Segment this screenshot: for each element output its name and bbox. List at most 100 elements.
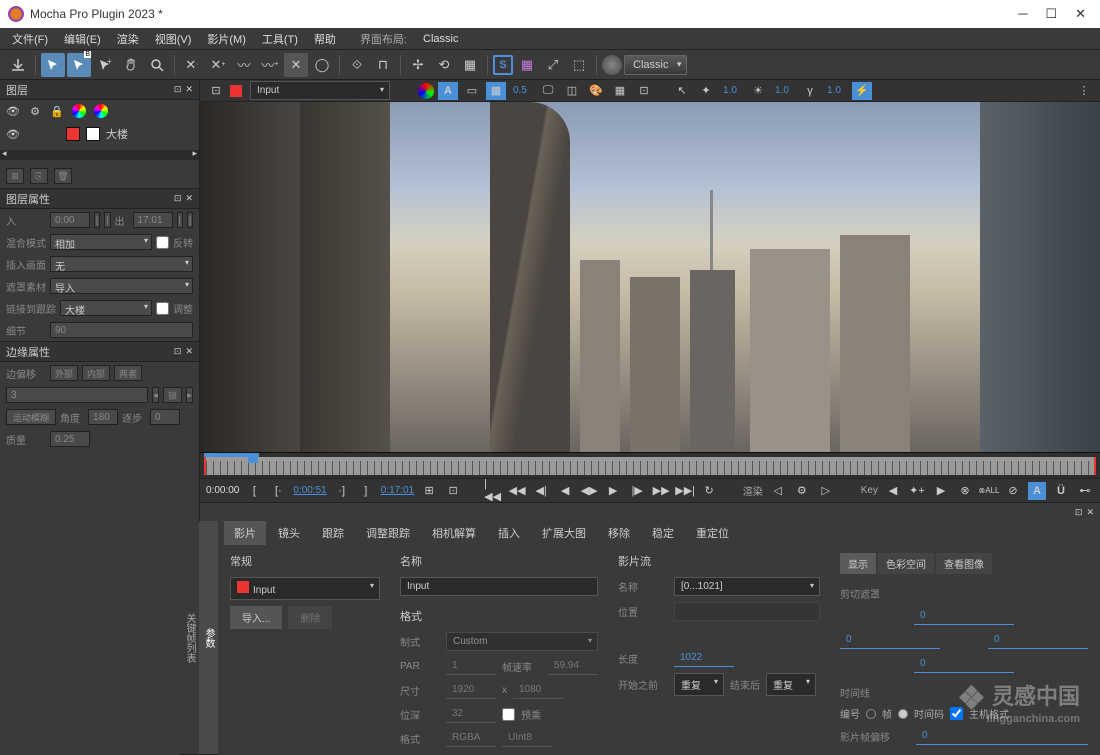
zoom-full-button[interactable]: ⊡ — [444, 482, 462, 500]
menu-view[interactable]: 视图(V) — [149, 29, 198, 49]
xspline-tool[interactable]: ✕· — [180, 53, 204, 77]
planar-grid-tool[interactable]: ▦ — [458, 53, 482, 77]
expand-tool[interactable]: ⤢ — [541, 53, 565, 77]
vt-grid-icon[interactable]: ▦ — [610, 82, 630, 100]
frame-fwd-button[interactable]: ▶ — [604, 482, 622, 500]
gear-icon[interactable]: ⚙ — [28, 104, 42, 118]
alpha-a-toggle[interactable]: A — [438, 82, 458, 100]
width-input[interactable] — [446, 681, 496, 699]
blend-mode-dropdown[interactable]: 相加 — [50, 234, 152, 250]
vt-flash-icon[interactable]: ⚡ — [852, 82, 872, 100]
rect-x-tool[interactable]: ✕ — [284, 53, 308, 77]
vt-split-icon[interactable]: ◫ — [562, 82, 582, 100]
color-wheel-icon[interactable] — [72, 104, 86, 118]
crop-bottom-input[interactable] — [914, 655, 1014, 673]
edge-outer-button[interactable]: 外部 — [50, 365, 78, 381]
vt-brightness-icon[interactable]: ☀ — [748, 82, 768, 100]
edge-both-button[interactable]: 两者 — [114, 365, 142, 381]
side-tab-params[interactable]: 参数 — [199, 521, 218, 755]
vt-box-icon[interactable]: ▭ — [462, 82, 482, 100]
clip-name-input[interactable] — [400, 577, 598, 596]
out-go-button[interactable]: | — [177, 212, 183, 228]
tab-mega[interactable]: 扩展大图 — [532, 521, 596, 545]
menu-clip[interactable]: 影片(M) — [201, 29, 252, 49]
duplicate-layer-button[interactable]: ⎘ — [30, 168, 48, 184]
premult-checkbox[interactable] — [502, 708, 515, 721]
tc-in[interactable]: 0:00:51 — [293, 485, 326, 496]
tab-reorient[interactable]: 重定位 — [686, 521, 739, 545]
render-wheel-icon[interactable] — [602, 55, 622, 75]
clip-select-dropdown[interactable]: Input — [230, 577, 380, 600]
pin-icon[interactable]: ⊡ — [174, 84, 182, 95]
rotate-tool[interactable]: ⟲ — [432, 53, 456, 77]
zoom-2[interactable]: 1.0 — [720, 85, 744, 96]
panel-close-icon[interactable]: ✕ — [1086, 507, 1094, 518]
tc-out[interactable]: 0:17:01 — [381, 485, 414, 496]
tab-clip[interactable]: 影片 — [224, 521, 266, 545]
tab-insert[interactable]: 插入 — [488, 521, 530, 545]
tab-stabilize[interactable]: 稳定 — [642, 521, 684, 545]
lock-icon[interactable]: 🔒 — [50, 104, 64, 118]
edge-prev-key[interactable]: ◂ — [152, 387, 159, 403]
length-input[interactable] — [674, 649, 734, 667]
in-set-button[interactable]: [ — [94, 212, 100, 228]
color-wheel2-icon[interactable] — [94, 104, 108, 118]
goto-in-button[interactable]: [· — [269, 482, 287, 500]
panel-close-icon[interactable]: ✕ — [185, 346, 193, 357]
tab-track[interactable]: 跟踪 — [312, 521, 354, 545]
vt-menu-icon[interactable]: ⋮ — [1074, 82, 1094, 100]
radio-frame[interactable] — [866, 709, 876, 719]
marquee-tool[interactable]: ⬚ — [567, 53, 591, 77]
edge-width-input[interactable] — [6, 387, 148, 403]
render-options-icon[interactable]: ⚙ — [793, 482, 811, 500]
layers-hscroll[interactable] — [0, 150, 199, 160]
add-point-tool[interactable]: + — [93, 53, 117, 77]
motion-blur-button[interactable]: 运动模糊 — [6, 409, 56, 425]
pin-icon[interactable]: ⊡ — [174, 193, 182, 204]
out-point-input[interactable] — [133, 212, 173, 228]
autokey-a-toggle[interactable]: A — [1028, 482, 1046, 500]
vt-monitor-icon[interactable]: 🖵 — [538, 82, 558, 100]
timeline-ruler[interactable] — [200, 452, 1100, 478]
edge-lock-button[interactable]: 锁 — [163, 387, 182, 403]
group-layers-button[interactable]: ⊞ — [6, 168, 24, 184]
par-input[interactable] — [446, 657, 496, 675]
crop-top-input[interactable] — [914, 607, 1014, 625]
crop-left-input[interactable] — [840, 631, 940, 649]
hand-tool[interactable] — [119, 53, 143, 77]
set-out-button[interactable]: ] — [357, 482, 375, 500]
clip-offset-input[interactable] — [916, 727, 1088, 745]
layer-outline-color[interactable] — [66, 127, 80, 141]
transform-tool[interactable]: ✢ — [406, 53, 430, 77]
goto-out-button[interactable]: ·] — [333, 482, 351, 500]
menu-edit[interactable]: 编辑(E) — [58, 29, 107, 49]
in-go-button[interactable]: | — [104, 212, 110, 228]
link-track-dropdown[interactable]: 大楼 — [60, 300, 152, 316]
tab-display[interactable]: 显示 — [840, 553, 876, 574]
invert-checkbox[interactable] — [156, 236, 169, 249]
bezier-tool[interactable]: 〰 — [232, 53, 256, 77]
edge-inner-button[interactable]: 内部 — [82, 365, 110, 381]
layer-row[interactable]: 👁 大楼 — [0, 122, 199, 146]
tab-camera-solve[interactable]: 相机解算 — [422, 521, 486, 545]
layer-vis-icon[interactable]: 👁 — [6, 127, 20, 141]
link-tool[interactable]: ⟐ — [345, 53, 369, 77]
save-icon[interactable] — [6, 53, 30, 77]
angle-input[interactable] — [88, 409, 118, 425]
after-dropdown[interactable]: 重复 — [766, 673, 816, 696]
add-key-button[interactable]: ✦+ — [908, 482, 926, 500]
delete-button[interactable]: 删除 — [288, 606, 332, 629]
vt-back-icon[interactable]: ⊡ — [206, 82, 226, 100]
render-fwd-button[interactable]: ▷ — [817, 482, 835, 500]
stream-name-dropdown[interactable]: [0...1021] — [674, 577, 820, 596]
layout-value[interactable]: Classic — [417, 31, 464, 47]
import-button[interactable]: 导入... — [230, 606, 282, 629]
side-tab-dopesheet[interactable]: 关键帧列表 — [180, 521, 199, 755]
grid-purple-toggle[interactable]: ▦ — [515, 53, 539, 77]
menu-file[interactable]: 文件(F) — [6, 29, 54, 49]
close-button[interactable]: ✕ — [1075, 6, 1086, 22]
zoom-1[interactable]: 0.5 — [510, 85, 534, 96]
del-all-keys-button[interactable]: ⊗ALL — [980, 482, 998, 500]
snap-s-toggle[interactable]: S — [493, 55, 513, 75]
key-toggle-button[interactable]: ⊘ — [1004, 482, 1022, 500]
